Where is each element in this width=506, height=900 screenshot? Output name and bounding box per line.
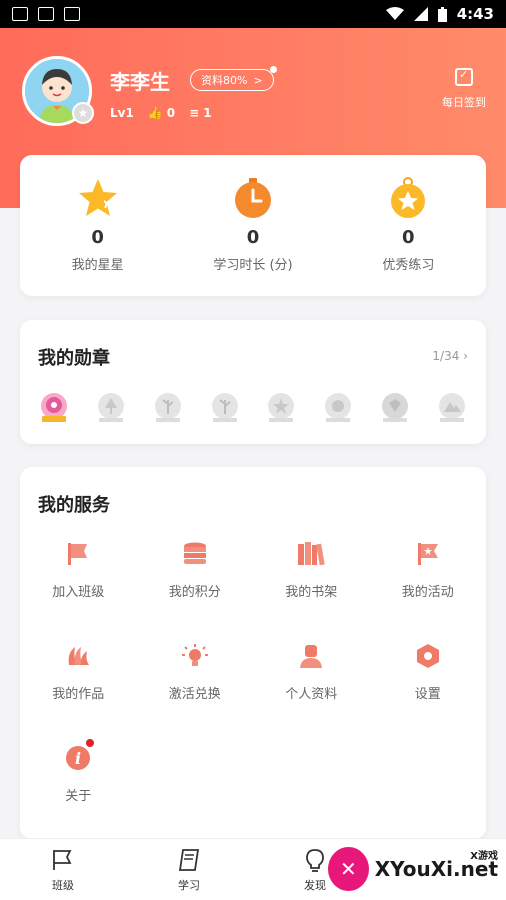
badges-count-text: 1/34 <box>432 349 460 363</box>
service-label: 我的作品 <box>52 687 105 702</box>
stats-card: 0 我的星星 0 学习时长 (分) 0 优秀练习 <box>20 155 486 296</box>
coin-stack-icon <box>180 539 210 569</box>
watermark-text: XYouXi.net X游戏 <box>375 851 498 881</box>
chevron-right-icon: > <box>253 73 263 87</box>
notification-dot <box>269 66 277 73</box>
bookshelf-icon <box>296 539 326 569</box>
services-title: 我的服务 <box>38 495 110 516</box>
flag-icon <box>63 539 93 569</box>
badges-count[interactable]: 1/34 › <box>432 349 468 363</box>
services-grid: 加入班级 我的积分 我的书架 我的活动 我的作品 激活兑换 个人资料 设置 i … <box>20 539 486 815</box>
calendar-check-icon <box>455 68 473 86</box>
svg-text:i: i <box>75 749 81 768</box>
diamond-badge-icon[interactable] <box>379 392 411 424</box>
likes-stat: 👍 0 <box>148 106 175 120</box>
star-badge-icon[interactable] <box>265 392 297 424</box>
watermark: ✕ XYouXi.net X游戏 <box>328 842 498 896</box>
service-settings[interactable]: 设置 <box>370 641 487 713</box>
badge-row <box>38 392 468 424</box>
leaf-badge-icon[interactable] <box>322 392 354 424</box>
service-label: 关于 <box>65 789 92 804</box>
book-icon <box>176 847 202 873</box>
nav-label: 班级 <box>52 879 74 892</box>
service-my-bookshelf[interactable]: 我的书架 <box>253 539 370 611</box>
service-join-class[interactable]: 加入班级 <box>20 539 137 611</box>
badges-title: 我的勋章 <box>38 348 110 369</box>
services-card: 我的服务 加入班级 我的积分 我的书架 我的活动 我的作品 激活兑换 个人资料 … <box>20 467 486 839</box>
class-flag-icon <box>50 847 76 873</box>
coins-count: 1 <box>203 106 212 120</box>
medal-icon <box>387 177 429 219</box>
mountain-badge-icon[interactable] <box>436 392 468 424</box>
works-icon <box>63 641 93 671</box>
lightbulb-outline-icon <box>302 847 328 873</box>
username: 李李生 <box>110 70 170 94</box>
stars-label: 我的星星 <box>71 258 124 273</box>
study-time-label: 学习时长 (分) <box>213 258 293 273</box>
level-label: Lv1 <box>110 106 134 120</box>
service-my-works[interactable]: 我的作品 <box>20 641 137 713</box>
daily-checkin-label: 每日签到 <box>442 96 486 109</box>
service-label: 激活兑换 <box>168 687 221 702</box>
star-icon <box>77 177 119 219</box>
stat-study-time[interactable]: 0 学习时长 (分) <box>175 155 330 296</box>
excellent-practice-value: 0 <box>402 227 415 248</box>
watermark-text-small: X游戏 <box>470 851 498 862</box>
service-label: 个人资料 <box>285 687 338 702</box>
service-activate-redeem[interactable]: 激活兑换 <box>137 641 254 713</box>
profile-completion-label: 资料80% <box>201 74 248 87</box>
study-time-value: 0 <box>246 227 260 248</box>
service-personal-info[interactable]: 个人资料 <box>253 641 370 713</box>
image-icon <box>38 7 54 21</box>
status-bar: 4:43 <box>0 0 506 28</box>
user-meta: Lv1 👍 0 ≡ 1 <box>110 106 212 120</box>
service-my-activities[interactable]: 我的活动 <box>370 539 487 611</box>
avatar-star-badge-icon: ★ <box>72 102 94 124</box>
coins-stat: ≡ 1 <box>189 106 211 120</box>
stat-excellent-practice[interactable]: 0 优秀练习 <box>331 155 486 296</box>
tree-badge-icon[interactable] <box>95 392 127 424</box>
lightbulb-icon <box>180 641 210 671</box>
excellent-practice-label: 优秀练习 <box>382 258 435 273</box>
stat-stars[interactable]: 0 我的星星 <box>20 155 175 296</box>
tree-badge-icon[interactable] <box>152 392 184 424</box>
likes-count: 0 <box>166 106 176 120</box>
app-icon <box>64 7 80 21</box>
wifi-icon <box>385 7 404 20</box>
nav-label: 发现 <box>304 879 326 892</box>
star-flag-icon <box>413 539 443 569</box>
info-icon: i <box>63 743 93 773</box>
service-label: 我的积分 <box>168 585 221 600</box>
thumbs-up-icon: 👍 <box>147 106 163 120</box>
chevron-right-icon: › <box>463 349 468 363</box>
service-my-points[interactable]: 我的积分 <box>137 539 254 611</box>
service-label: 设置 <box>414 687 441 702</box>
watermark-logo-icon: ✕ <box>328 847 369 891</box>
person-icon <box>296 641 326 671</box>
notification-dot <box>86 739 94 747</box>
flower-badge-icon[interactable] <box>38 392 70 424</box>
nav-class[interactable]: 班级 <box>0 839 126 900</box>
stars-value: 0 <box>91 227 104 248</box>
status-time: 4:43 <box>456 5 494 23</box>
nav-label: 学习 <box>178 879 200 892</box>
daily-checkin-button[interactable]: 每日签到 <box>442 68 486 110</box>
profile-completion-button[interactable]: 资料80% > <box>190 66 277 91</box>
gamepad-icon <box>12 7 28 21</box>
service-label: 我的书架 <box>285 585 338 600</box>
settings-icon <box>413 641 443 671</box>
service-about[interactable]: i 关于 <box>20 739 137 815</box>
tree-badge-icon[interactable] <box>209 392 241 424</box>
service-label: 加入班级 <box>52 585 105 600</box>
service-label: 我的活动 <box>401 585 454 600</box>
badges-card[interactable]: 我的勋章 1/34 › <box>20 320 486 444</box>
signal-icon <box>413 7 428 21</box>
battery-icon <box>437 6 447 22</box>
stopwatch-icon <box>232 177 274 219</box>
nav-study[interactable]: 学习 <box>126 839 252 900</box>
coin-stack-small-icon: ≡ <box>189 106 200 120</box>
